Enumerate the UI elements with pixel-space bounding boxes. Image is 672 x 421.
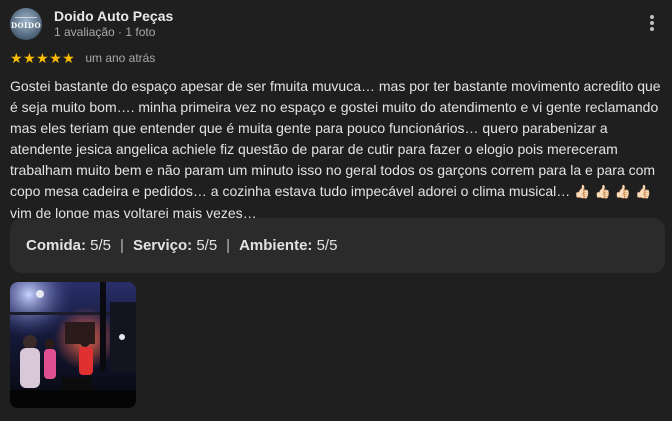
review-body: Gostei bastante do espaço apesar de ser … <box>10 78 661 199</box>
attr-food-value: 5/5 <box>90 237 112 254</box>
attr-ambience-value: 5/5 <box>316 237 338 254</box>
more-vert-icon <box>650 15 654 19</box>
star-icon: ★ <box>36 50 49 66</box>
rating-row: ★ ★ ★ ★ ★ um ano atrás <box>10 51 155 65</box>
star-icon: ★ <box>23 50 36 66</box>
avatar-decoration <box>15 17 37 18</box>
more-options-button[interactable] <box>644 12 660 34</box>
star-icon: ★ <box>49 50 62 66</box>
thumbs-up-emojis: 👍🏻 👍🏻 👍🏻 👍🏻 <box>574 185 652 200</box>
author-info: Doido Auto Peças 1 avaliação · 1 foto <box>54 8 173 40</box>
author-avatar[interactable]: DOIDO <box>10 8 42 40</box>
author-name[interactable]: Doido Auto Peças <box>54 8 173 25</box>
more-vert-icon-dot <box>650 27 654 31</box>
attr-service-value: 5/5 <box>196 237 218 254</box>
avatar-logo-text: DOIDO <box>10 20 42 30</box>
attr-service-label: Serviço: <box>132 237 193 254</box>
star-icon: ★ <box>62 50 75 66</box>
more-vert-icon-dot <box>650 21 654 25</box>
author-meta: 1 avaliação · 1 foto <box>54 25 156 39</box>
review-photo-image <box>10 282 136 408</box>
review-text: Gostei bastante do espaço apesar de ser … <box>10 76 665 224</box>
attr-separator: | <box>120 237 124 254</box>
attr-ambience-label: Ambiente: <box>239 237 313 254</box>
review-photo[interactable] <box>10 282 136 408</box>
review-header: DOIDO Doido Auto Peças 1 avaliação · 1 f… <box>10 8 173 40</box>
review-attributes: Comida: 5/5 | Serviço: 5/5 | Ambiente: 5… <box>10 218 665 273</box>
star-icon: ★ <box>10 50 23 66</box>
review-date: um ano atrás <box>85 51 156 65</box>
attr-separator: | <box>226 237 231 254</box>
star-rating: ★ ★ ★ ★ ★ <box>10 51 75 65</box>
attr-food-label: Comida: <box>26 237 86 254</box>
